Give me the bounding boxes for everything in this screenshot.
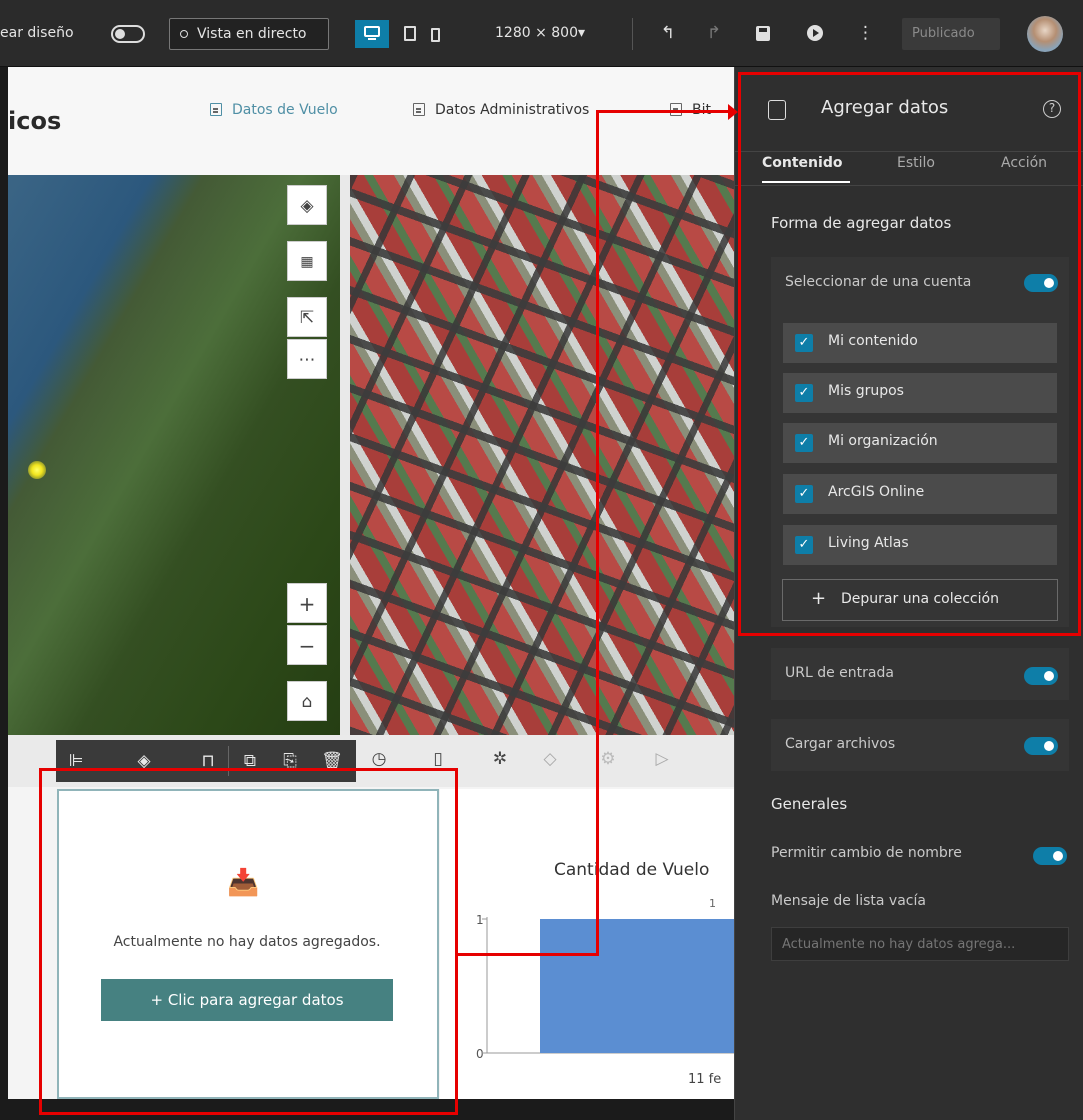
- annotation-connector: [458, 953, 598, 956]
- nav-datos-vuelo[interactable]: Datos de Vuelo: [210, 102, 338, 118]
- rename-toggle[interactable]: [1033, 847, 1067, 865]
- eraser-icon[interactable]: ◇: [536, 749, 564, 769]
- resolution-dropdown[interactable]: 1280 × 800▾: [495, 25, 585, 41]
- live-view-label: Vista en directo: [197, 26, 307, 42]
- circle-icon: [180, 30, 188, 38]
- document-icon: [210, 103, 222, 116]
- bar-chart: Cantidad de Vuelo 1 0 1 11 fe: [476, 860, 734, 1087]
- mouse-icon[interactable]: ▯: [424, 749, 452, 769]
- basemap-gallery-icon[interactable]: ▦: [287, 241, 327, 281]
- tablet-icon[interactable]: [404, 26, 416, 41]
- play-icon[interactable]: ▷: [648, 749, 676, 769]
- pointer-select-icon[interactable]: ✲: [486, 749, 514, 769]
- empty-msg-label: Mensaje de lista vacía: [771, 893, 926, 909]
- annotation-connector: [596, 110, 599, 956]
- phone-icon[interactable]: [431, 28, 440, 42]
- select-tool-icon[interactable]: ⇱: [287, 297, 327, 337]
- preview-icon[interactable]: [807, 25, 823, 41]
- time-icon[interactable]: ◷: [365, 749, 393, 769]
- data-label: 1: [709, 897, 716, 910]
- avatar[interactable]: [1027, 16, 1063, 52]
- chart-title: Cantidad de Vuelo: [554, 860, 709, 880]
- bar: [540, 919, 734, 1053]
- lock-layout-label: ear diseño: [0, 25, 74, 41]
- builder-toolbar: ear diseño Vista en directo 1280 × 800▾ …: [0, 0, 1083, 67]
- rename-label: Permitir cambio de nombre: [771, 845, 962, 861]
- annotation-box-panel: [738, 72, 1081, 636]
- annotation-box-widget: [39, 768, 458, 1115]
- zoom-out-icon[interactable]: −: [287, 625, 327, 665]
- url-toggle[interactable]: [1024, 667, 1058, 685]
- general-title: Generales: [771, 795, 848, 813]
- publish-label: Publicado: [912, 26, 975, 41]
- more-options-icon[interactable]: ⋮: [857, 21, 874, 45]
- undo-icon[interactable]: ↰: [656, 21, 680, 45]
- map-view-left[interactable]: ◈ ▦ ⇱ ⋯ + − ⌂: [8, 175, 340, 735]
- document-icon: [413, 103, 425, 116]
- y-tick-label: 0: [476, 1047, 484, 1061]
- upload-label: Cargar archivos: [785, 736, 896, 752]
- chart-widget[interactable]: Cantidad de Vuelo 1 0 1 11 fe: [440, 789, 734, 1099]
- annotation-arrow-icon: [728, 104, 738, 120]
- empty-message-input[interactable]: [771, 927, 1069, 961]
- map-divider: [340, 175, 350, 735]
- redo-icon[interactable]: ↱: [702, 21, 726, 45]
- live-view-button[interactable]: Vista en directo: [169, 18, 329, 50]
- publish-button[interactable]: Publicado: [902, 18, 1000, 50]
- more-tools-icon[interactable]: ⋯: [287, 339, 327, 379]
- home-icon[interactable]: ⌂: [287, 681, 327, 721]
- monitor-icon: [364, 26, 380, 37]
- app-title: icos: [8, 107, 62, 135]
- zoom-in-icon[interactable]: +: [287, 583, 327, 623]
- location-marker[interactable]: [28, 461, 46, 479]
- x-tick-label: 11 fe: [688, 1072, 721, 1087]
- map-view-3d-scene[interactable]: [350, 175, 734, 735]
- upload-toggle[interactable]: [1024, 737, 1058, 755]
- app-header: icos Datos de Vuelo Datos Administrativo…: [8, 67, 734, 175]
- url-label: URL de entrada: [785, 665, 894, 681]
- desktop-device-button[interactable]: [355, 20, 389, 48]
- annotation-connector: [596, 110, 732, 113]
- save-icon[interactable]: [756, 26, 770, 41]
- layers-icon[interactable]: ◈: [287, 185, 327, 225]
- lock-layout-toggle[interactable]: [111, 25, 145, 43]
- y-tick-label: 1: [476, 913, 484, 927]
- nav-datos-administrativos[interactable]: Datos Administrativos: [413, 102, 589, 118]
